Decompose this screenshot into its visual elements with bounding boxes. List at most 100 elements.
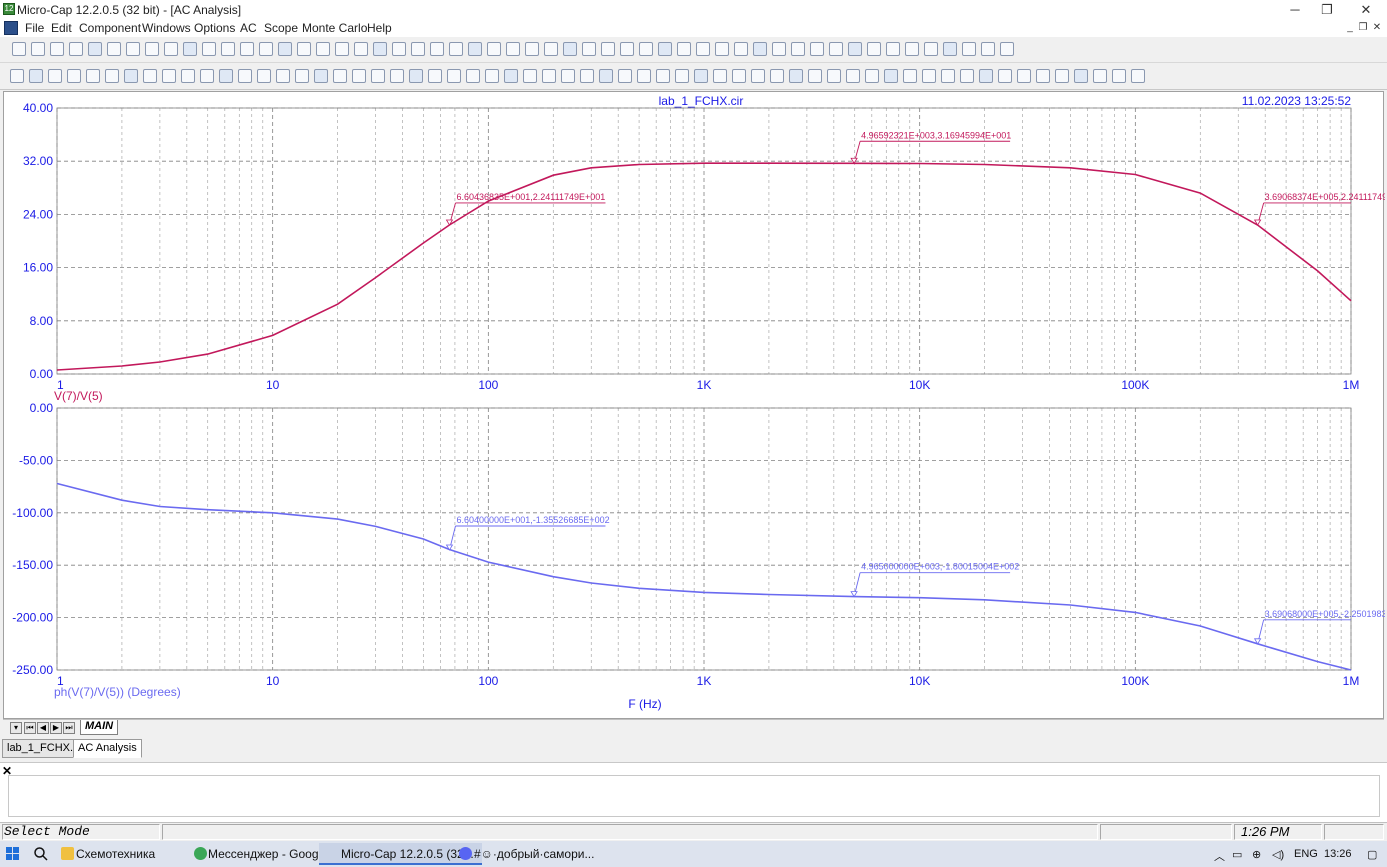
toolbar-button-icon[interactable] bbox=[865, 69, 879, 83]
toolbar-button-icon[interactable] bbox=[542, 69, 556, 83]
toolbar-button-icon[interactable] bbox=[12, 42, 26, 56]
close-button[interactable]: ✕ bbox=[1346, 0, 1386, 20]
maximize-button[interactable]: ❐ bbox=[1307, 0, 1347, 20]
document-icon[interactable] bbox=[4, 21, 18, 35]
toolbar-button-icon[interactable] bbox=[297, 42, 311, 56]
tab-main[interactable]: MAIN bbox=[80, 720, 119, 735]
menu-ac[interactable]: AC bbox=[240, 21, 257, 35]
toolbar-button-icon[interactable] bbox=[734, 42, 748, 56]
toolbar-button-icon[interactable] bbox=[829, 42, 843, 56]
toolbar-button-icon[interactable] bbox=[884, 69, 898, 83]
toolbar-button-icon[interactable] bbox=[523, 69, 537, 83]
toolbar-button-icon[interactable] bbox=[143, 69, 157, 83]
toolbar-button-icon[interactable] bbox=[867, 42, 881, 56]
toolbar-button-icon[interactable] bbox=[316, 42, 330, 56]
toolbar-button-icon[interactable] bbox=[694, 69, 708, 83]
toolbar-button-icon[interactable] bbox=[124, 69, 138, 83]
toolbar-button-icon[interactable] bbox=[352, 69, 366, 83]
toolbar-button-icon[interactable] bbox=[428, 69, 442, 83]
first-page-icon[interactable]: ⏮ bbox=[24, 722, 36, 734]
toolbar-button-icon[interactable] bbox=[295, 69, 309, 83]
toolbar-button-icon[interactable] bbox=[409, 69, 423, 83]
toolbar-button-icon[interactable] bbox=[1131, 69, 1145, 83]
toolbar-button-icon[interactable] bbox=[238, 69, 252, 83]
toolbar-button-icon[interactable] bbox=[392, 42, 406, 56]
toolbar-button-icon[interactable] bbox=[162, 69, 176, 83]
toolbar-button-icon[interactable] bbox=[599, 69, 613, 83]
toolbar-button-icon[interactable] bbox=[979, 69, 993, 83]
toolbar-button-icon[interactable] bbox=[1036, 69, 1050, 83]
chevron-up-icon[interactable]: ︿ bbox=[1214, 848, 1225, 864]
toolbar-button-icon[interactable] bbox=[50, 42, 64, 56]
toolbar-button-icon[interactable] bbox=[86, 69, 100, 83]
toolbar-button-icon[interactable] bbox=[886, 42, 900, 56]
taskbar-clock[interactable]: 13:26 bbox=[1324, 848, 1352, 860]
toolbar-button-icon[interactable] bbox=[601, 42, 615, 56]
menu-file[interactable]: File bbox=[25, 21, 44, 35]
toolbar-button-icon[interactable] bbox=[333, 69, 347, 83]
next-page-icon[interactable]: ▶ bbox=[50, 722, 62, 734]
toolbar-button-icon[interactable] bbox=[639, 42, 653, 56]
toolbar-button-icon[interactable] bbox=[751, 69, 765, 83]
toolbar-button-icon[interactable] bbox=[1093, 69, 1107, 83]
toolbar-button-icon[interactable] bbox=[789, 69, 803, 83]
toolbar-button-icon[interactable] bbox=[506, 42, 520, 56]
toolbar-button-icon[interactable] bbox=[772, 42, 786, 56]
taskbar-item-explorer[interactable]: Схемотехника bbox=[54, 843, 155, 865]
toolbar-button-icon[interactable] bbox=[827, 69, 841, 83]
toolbar-button-icon[interactable] bbox=[485, 69, 499, 83]
toolbar-button-icon[interactable] bbox=[314, 69, 328, 83]
last-page-icon[interactable]: ⏭ bbox=[63, 722, 75, 734]
toolbar-button-icon[interactable] bbox=[31, 42, 45, 56]
toolbar-button-icon[interactable] bbox=[390, 69, 404, 83]
toolbar-button-icon[interactable] bbox=[183, 42, 197, 56]
notification-icon[interactable]: ▢ bbox=[1367, 848, 1377, 861]
toolbar-button-icon[interactable] bbox=[563, 42, 577, 56]
output-text-area[interactable] bbox=[8, 775, 1380, 817]
toolbar-button-icon[interactable] bbox=[1055, 69, 1069, 83]
toolbar-button-icon[interactable] bbox=[620, 42, 634, 56]
toolbar-button-icon[interactable] bbox=[373, 42, 387, 56]
menu-component[interactable]: Component bbox=[79, 21, 141, 35]
toolbar-button-icon[interactable] bbox=[504, 69, 518, 83]
toolbar-button-icon[interactable] bbox=[846, 69, 860, 83]
toolbar-button-icon[interactable] bbox=[656, 69, 670, 83]
toolbar-button-icon[interactable] bbox=[10, 69, 24, 83]
toolbar-button-icon[interactable] bbox=[637, 69, 651, 83]
toolbar-button-icon[interactable] bbox=[219, 69, 233, 83]
toolbar-button-icon[interactable] bbox=[848, 42, 862, 56]
toolbar-button-icon[interactable] bbox=[962, 42, 976, 56]
toolbar-button-icon[interactable] bbox=[715, 42, 729, 56]
toolbar-button-icon[interactable] bbox=[905, 42, 919, 56]
toolbar-button-icon[interactable] bbox=[998, 69, 1012, 83]
toolbar-button-icon[interactable] bbox=[69, 42, 83, 56]
toolbar-button-icon[interactable] bbox=[1112, 69, 1126, 83]
toolbar-button-icon[interactable] bbox=[791, 42, 805, 56]
toolbar-button-icon[interactable] bbox=[447, 69, 461, 83]
menu-monte-carlo[interactable]: Monte Carlo bbox=[302, 21, 367, 35]
toolbar-button-icon[interactable] bbox=[181, 69, 195, 83]
mdi-restore-icon[interactable]: ❐ bbox=[1356, 21, 1370, 35]
toolbar-button-icon[interactable] bbox=[981, 42, 995, 56]
toolbar-button-icon[interactable] bbox=[126, 42, 140, 56]
toolbar-button-icon[interactable] bbox=[221, 42, 235, 56]
toolbar-button-icon[interactable] bbox=[618, 69, 632, 83]
toolbar-button-icon[interactable] bbox=[105, 69, 119, 83]
toolbar-button-icon[interactable] bbox=[164, 42, 178, 56]
toolbar-button-icon[interactable] bbox=[67, 69, 81, 83]
menu-help[interactable]: Help bbox=[367, 21, 392, 35]
toolbar-button-icon[interactable] bbox=[371, 69, 385, 83]
toolbar-button-icon[interactable] bbox=[561, 69, 575, 83]
toolbar-button-icon[interactable] bbox=[677, 42, 691, 56]
mdi-minimize-icon[interactable]: _ bbox=[1343, 21, 1357, 35]
toolbar-button-icon[interactable] bbox=[29, 69, 43, 83]
windows-start-icon[interactable] bbox=[6, 847, 19, 860]
toolbar-button-icon[interactable] bbox=[753, 42, 767, 56]
doc-tab-ac-analysis[interactable]: AC Analysis bbox=[73, 739, 142, 758]
toolbar-button-icon[interactable] bbox=[582, 42, 596, 56]
prev-page-icon[interactable]: ◀ bbox=[37, 722, 49, 734]
toolbar-button-icon[interactable] bbox=[411, 42, 425, 56]
menu-windows[interactable]: Windows bbox=[142, 21, 191, 35]
toolbar-button-icon[interactable] bbox=[903, 69, 917, 83]
toolbar-button-icon[interactable] bbox=[145, 42, 159, 56]
